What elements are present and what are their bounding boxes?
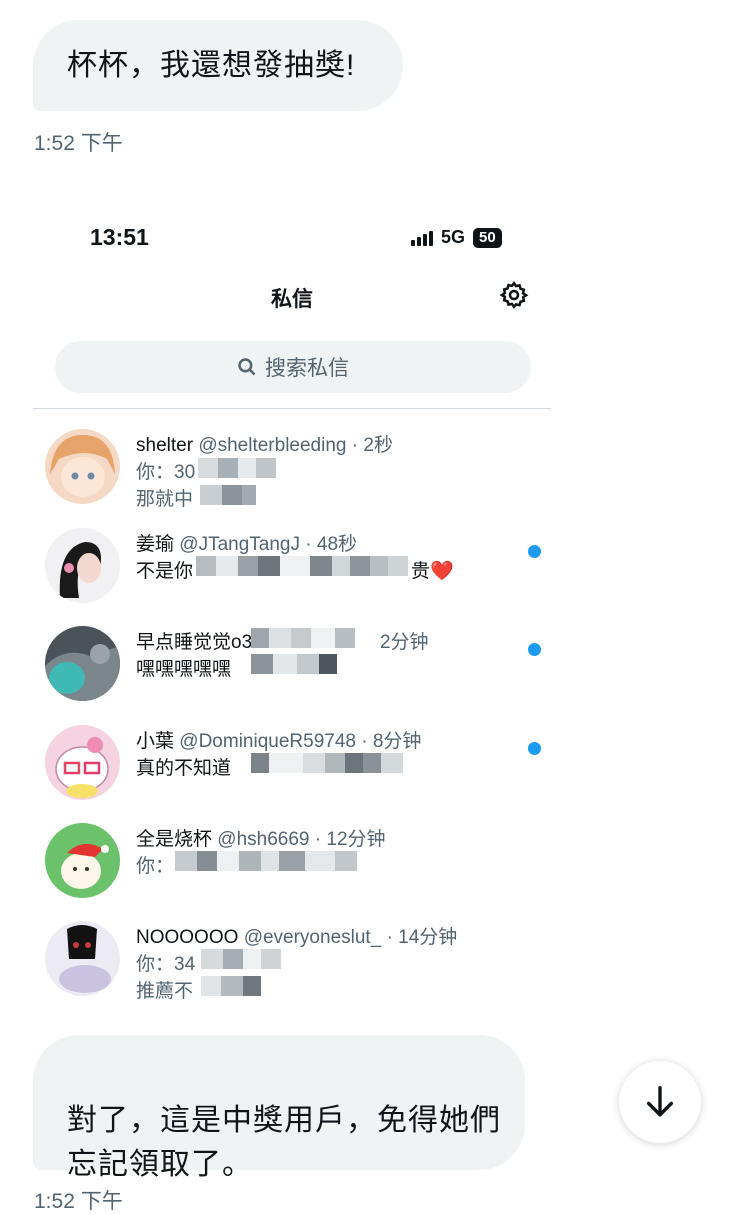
conversation-row[interactable]: 全是烧杯 @hsh6669 · 12分钟 你： [33,810,551,908]
conversation-preview: 嘿嘿嘿嘿嘿 [136,659,232,680]
conversation-name: 早点睡觉觉o3o [136,632,263,653]
search-placeholder: 搜索私信 [265,357,349,380]
divider [33,408,551,409]
settings-gear-icon[interactable] [499,280,529,310]
conversation-preview-2: 那就中 [136,489,194,510]
message-bubble[interactable]: 杯杯，我還想發抽獎! [33,20,403,111]
avatar [45,429,120,504]
conversation-header: 全是烧杯 @hsh6669 · 12分钟 [136,829,386,850]
conversation-time: 2秒 [363,435,393,456]
scroll-to-bottom-button[interactable] [619,1061,701,1143]
conversation-preview: 你： [136,856,175,877]
conversation-header: NOOOOOO @everyoneslut_ · 14分钟 [136,927,458,948]
unread-indicator [528,643,541,656]
avatar [45,626,120,701]
battery-icon: 50 [473,227,502,248]
avatar [45,725,120,800]
conversation-name: 姜瑜 [136,534,175,555]
shared-screenshot[interactable]: 13:51 5G 50 私信 搜索私信 shelter @shelterblee… [33,203,551,1025]
conversation-header: shelter @shelterbleeding · 2秒 [136,435,393,456]
arrow-down-icon [646,1086,674,1117]
conversation-handle: @everyoneslut_ [243,927,382,948]
conversation-row[interactable]: NOOOOOO @everyoneslut_ · 14分钟 你：34 推薦不 [33,908,551,1006]
signal-icon [411,230,433,246]
unread-indicator [528,742,541,755]
message-text: 對了，這是中獎用戶，免得她們 忘記領取了。 [67,1104,501,1181]
message-timestamp: 1:52 下午 [34,1190,123,1213]
pixelated-redaction [175,851,357,871]
pixelated-redaction [201,949,281,969]
search-input[interactable]: 搜索私信 [55,341,531,393]
avatar [45,921,120,996]
status-time: 13:51 [90,224,149,250]
pixelated-redaction [251,628,355,648]
conversation-header: 姜瑜 @JTangTangJ · 48秒 [136,534,358,555]
conversation-row[interactable]: 早点睡觉觉o3o 2分钟 嘿嘿嘿嘿嘿 [33,613,551,711]
conversation-preview-tail: 贵❤️ [411,561,454,582]
unread-indicator [528,545,541,558]
conversation-preview: 你：30 [136,462,196,483]
conversation-row[interactable]: shelter @shelterbleeding · 2秒 你：30 那就中 [33,416,551,514]
conversation-handle: @JTangTangJ [179,534,300,555]
page-title: 私信 [271,288,313,311]
conversation-preview: 真的不知道 [136,758,232,779]
conversation-header: 小葉 @DominiqueR59748 · 8分钟 [136,731,422,752]
conversation-time: 14分钟 [398,927,458,948]
conversation-preview: 不是你 [136,561,194,582]
conversation-preview-2: 推薦不 [136,981,194,1002]
conversation-preview: 你：34 [136,954,196,975]
search-icon [238,358,256,376]
pixelated-redaction [200,485,256,505]
screenshot-fade [33,1003,551,1025]
conversation-time: 48秒 [316,534,358,555]
avatar [45,823,120,898]
pixelated-redaction [201,976,261,996]
conversation-row[interactable]: 姜瑜 @JTangTangJ · 48秒 不是你 贵❤️ [33,515,551,613]
pixelated-redaction [198,458,276,478]
conversation-name: 全是烧杯 [136,829,213,850]
message-text: 杯杯，我還想發抽獎! [67,48,356,82]
conversation-name: shelter [136,435,194,456]
network-label: 5G [441,227,466,247]
conversation-row[interactable]: 小葉 @DominiqueR59748 · 8分钟 真的不知道 [33,712,551,810]
message-timestamp: 1:52 下午 [34,132,123,155]
conversation-time: 12分钟 [326,829,386,850]
conversation-handle: @DominiqueR59748 [179,731,356,752]
status-indicators: 5G 50 [411,227,502,248]
avatar [45,528,120,603]
pixelated-redaction [251,654,337,674]
conversation-name: NOOOOOO [136,927,239,948]
pixelated-redaction [196,556,408,576]
pixelated-redaction [251,753,403,773]
message-bubble[interactable]: 對了，這是中獎用戶，免得她們 忘記領取了。 [33,1035,525,1181]
conversation-handle: @shelterbleeding [198,435,347,456]
conversation-time: 8分钟 [372,731,422,752]
conversation-time: 2分钟 [379,632,429,653]
conversation-name: 小葉 [136,731,175,752]
conversation-handle: @hsh6669 [217,829,310,850]
